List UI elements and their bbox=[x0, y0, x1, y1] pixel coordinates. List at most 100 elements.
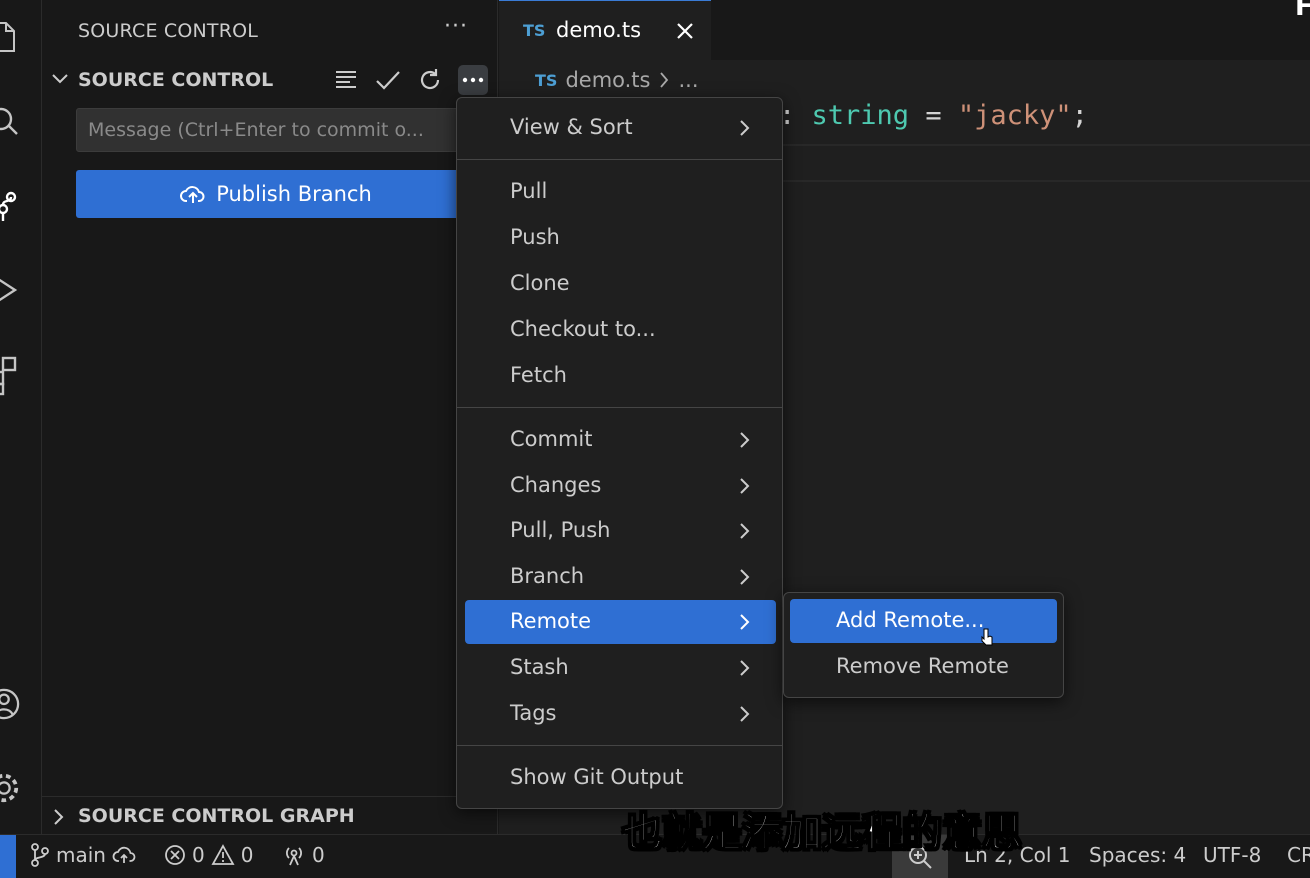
menu-item-label: Remote bbox=[510, 609, 592, 633]
broadcast-icon bbox=[286, 847, 302, 866]
search-icon[interactable] bbox=[0, 102, 20, 138]
accounts-icon[interactable] bbox=[0, 686, 20, 722]
menu-separator bbox=[457, 745, 782, 746]
menu-item-fetch[interactable]: Fetch bbox=[465, 354, 776, 398]
submenu-item-remove-remote[interactable]: Remove Remote bbox=[790, 645, 1057, 689]
warning-icon bbox=[211, 844, 235, 865]
breadcrumb[interactable]: TS demo.ts ... bbox=[535, 68, 699, 92]
chevron-down-icon bbox=[52, 74, 68, 84]
code-type: string bbox=[811, 100, 910, 131]
source-control-graph-header[interactable]: SOURCE CONTROL GRAPH bbox=[42, 796, 498, 834]
vscode-window: SOURCE CONTROL ··· SOURCE CONTROL Publis… bbox=[0, 0, 1310, 878]
chevron-right-icon bbox=[740, 614, 750, 630]
menu-item-show-git-output[interactable]: Show Git Output bbox=[465, 756, 776, 800]
source-control-section-header[interactable]: SOURCE CONTROL bbox=[42, 62, 498, 98]
status-branch[interactable]: main bbox=[30, 843, 138, 867]
menu-item-label: Tags bbox=[510, 701, 557, 725]
views-more-actions-icon[interactable]: ··· bbox=[444, 14, 468, 39]
corner-glyph: F bbox=[1295, 0, 1310, 22]
menu-item-stash[interactable]: Stash bbox=[465, 646, 776, 690]
current-line-highlight bbox=[779, 144, 1310, 182]
run-debug-icon[interactable] bbox=[0, 272, 20, 308]
explorer-icon[interactable] bbox=[0, 20, 20, 56]
code-colon: : bbox=[779, 100, 812, 131]
menu-item-label: Fetch bbox=[510, 363, 567, 387]
warning-count: 0 bbox=[240, 843, 254, 867]
status-eol[interactable]: CR bbox=[1287, 843, 1310, 867]
menu-item-push[interactable]: Push bbox=[465, 216, 776, 260]
typescript-file-icon: TS bbox=[523, 21, 546, 40]
activity-bar bbox=[0, 0, 42, 834]
close-icon[interactable] bbox=[673, 19, 697, 43]
menu-item-label: Checkout to... bbox=[510, 317, 656, 341]
error-icon bbox=[165, 845, 185, 865]
tab-demo-ts[interactable]: TS demo.ts bbox=[499, 0, 711, 60]
status-problems[interactable]: 0 0 bbox=[164, 843, 253, 867]
status-ports[interactable]: 0 bbox=[282, 843, 325, 867]
code-string: "jacky" bbox=[957, 100, 1072, 131]
breadcrumb-file[interactable]: demo.ts bbox=[565, 68, 650, 92]
code-line-1[interactable]: : string = "jacky"; bbox=[779, 100, 1088, 131]
menu-item-label: Commit bbox=[510, 427, 593, 451]
cloud-upload-icon bbox=[112, 846, 136, 863]
submenu-item-label: Add Remote... bbox=[836, 608, 985, 632]
publish-branch-button[interactable]: Publish Branch bbox=[76, 170, 476, 218]
menu-item-label: Show Git Output bbox=[510, 765, 684, 789]
menu-item-label: Pull bbox=[510, 179, 548, 203]
breadcrumb-more[interactable]: ... bbox=[678, 68, 698, 92]
submenu-item-label: Remove Remote bbox=[836, 654, 1009, 678]
chevron-right-icon bbox=[740, 569, 750, 585]
extensions-icon[interactable] bbox=[0, 356, 20, 396]
menu-item-tags[interactable]: Tags bbox=[465, 692, 776, 736]
ports-count: 0 bbox=[312, 843, 325, 867]
menu-item-changes[interactable]: Changes bbox=[465, 464, 776, 508]
sidebar-title: SOURCE CONTROL bbox=[78, 20, 259, 42]
chevron-right-icon bbox=[54, 809, 64, 825]
status-encoding[interactable]: UTF-8 bbox=[1203, 843, 1261, 867]
menu-item-label: Changes bbox=[510, 473, 602, 497]
menu-item-pull[interactable]: Pull bbox=[465, 170, 776, 214]
cloud-upload-icon bbox=[180, 186, 205, 203]
chevron-right-icon bbox=[740, 432, 750, 448]
error-count: 0 bbox=[192, 843, 205, 867]
chevron-right-icon bbox=[740, 120, 750, 136]
code-semicolon: ; bbox=[1071, 100, 1088, 131]
menu-item-label: View & Sort bbox=[510, 115, 633, 139]
menu-item-label: Push bbox=[510, 225, 560, 249]
graph-section-label: SOURCE CONTROL GRAPH bbox=[78, 805, 355, 827]
menu-item-label: Stash bbox=[510, 655, 569, 679]
editor-tab-bar: TS demo.ts F bbox=[499, 0, 1310, 60]
commit-message-input[interactable] bbox=[76, 108, 476, 152]
branch-name: main bbox=[56, 843, 106, 867]
chevron-right-icon bbox=[740, 660, 750, 676]
menu-item-label: Clone bbox=[510, 271, 570, 295]
video-subtitle: 也就是添加远程的意思 bbox=[621, 809, 1023, 857]
status-indentation[interactable]: Spaces: 4 bbox=[1089, 843, 1186, 867]
menu-separator bbox=[457, 407, 782, 408]
submenu-item-add-remote[interactable]: Add Remote... bbox=[790, 599, 1057, 646]
code-equals: = bbox=[909, 100, 958, 131]
section-label: SOURCE CONTROL bbox=[78, 69, 274, 91]
menu-item-view-sort[interactable]: View & Sort bbox=[465, 106, 776, 150]
commit-check-icon[interactable] bbox=[373, 65, 403, 95]
menu-item-pull-push[interactable]: Pull, Push bbox=[465, 509, 776, 553]
menu-item-branch[interactable]: Branch bbox=[465, 555, 776, 599]
chevron-right-icon bbox=[740, 706, 750, 722]
menu-separator bbox=[457, 159, 782, 160]
menu-item-commit[interactable]: Commit bbox=[465, 418, 776, 462]
refresh-icon[interactable] bbox=[415, 65, 445, 95]
chevron-right-icon bbox=[740, 478, 750, 494]
menu-item-label: Branch bbox=[510, 564, 585, 588]
source-control-icon[interactable] bbox=[0, 188, 20, 224]
source-control-sidebar: SOURCE CONTROL ··· SOURCE CONTROL Publis… bbox=[42, 0, 498, 834]
mouse-pointer-icon bbox=[981, 628, 993, 646]
remote-indicator[interactable] bbox=[0, 835, 16, 878]
menu-item-remote[interactable]: Remote bbox=[465, 600, 776, 644]
menu-item-clone[interactable]: Clone bbox=[465, 262, 776, 306]
more-actions-icon[interactable] bbox=[458, 65, 488, 95]
view-as-list-icon[interactable] bbox=[331, 65, 361, 95]
typescript-file-icon: TS bbox=[535, 70, 558, 90]
chevron-right-icon bbox=[660, 72, 669, 88]
menu-item-checkout[interactable]: Checkout to... bbox=[465, 308, 776, 352]
settings-gear-icon[interactable] bbox=[0, 770, 20, 806]
